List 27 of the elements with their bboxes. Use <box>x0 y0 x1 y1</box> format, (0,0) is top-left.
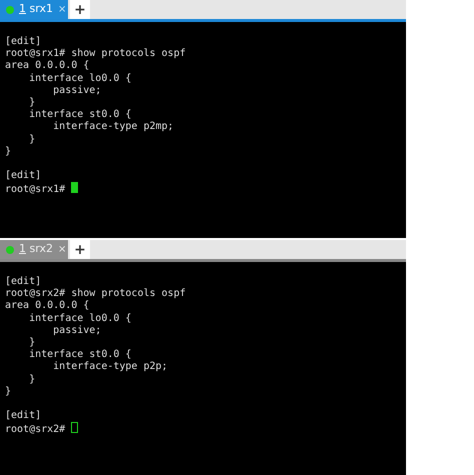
terminal-line: interface lo0.0 { <box>28 72 132 84</box>
terminal-line: interface lo0.0 { <box>28 312 132 324</box>
terminal-line: passive; <box>52 84 102 96</box>
terminal-line: [edit] <box>5 276 42 287</box>
terminal-line: } <box>5 146 12 157</box>
terminal-line: root@srx1# show protocols ospf <box>5 48 186 60</box>
terminal-tab[interactable]: 1 srx1 × <box>0 0 68 19</box>
terminal-line: interface-type p2mp; <box>52 121 174 132</box>
terminal-line: passive; <box>52 324 102 336</box>
new-tab-button[interactable]: + <box>70 240 90 259</box>
terminal-line: } <box>28 336 36 348</box>
terminal-line: area 0.0.0.0 { <box>5 60 90 72</box>
terminal-line: } <box>28 374 36 384</box>
terminal-line: } <box>5 386 12 397</box>
terminal-line: interface-type p2p; <box>52 361 168 372</box>
terminal-line: } <box>28 134 36 144</box>
terminal-line: [edit] <box>5 170 42 182</box>
terminal-line: [edit] <box>5 410 42 422</box>
terminal-line: [edit] <box>5 36 42 47</box>
terminal-line: interface st0.0 { <box>28 349 132 360</box>
terminal-line: root@srx2# <box>5 424 66 436</box>
terminal-line: interface st0.0 { <box>28 109 132 120</box>
terminal-line: } <box>28 96 36 108</box>
terminal-line: root@srx1# <box>5 184 66 196</box>
new-tab-button[interactable]: + <box>70 0 90 19</box>
terminal-line: area 0.0.0.0 { <box>5 300 90 312</box>
terminal-line: root@srx2# show protocols ospf <box>5 288 186 300</box>
